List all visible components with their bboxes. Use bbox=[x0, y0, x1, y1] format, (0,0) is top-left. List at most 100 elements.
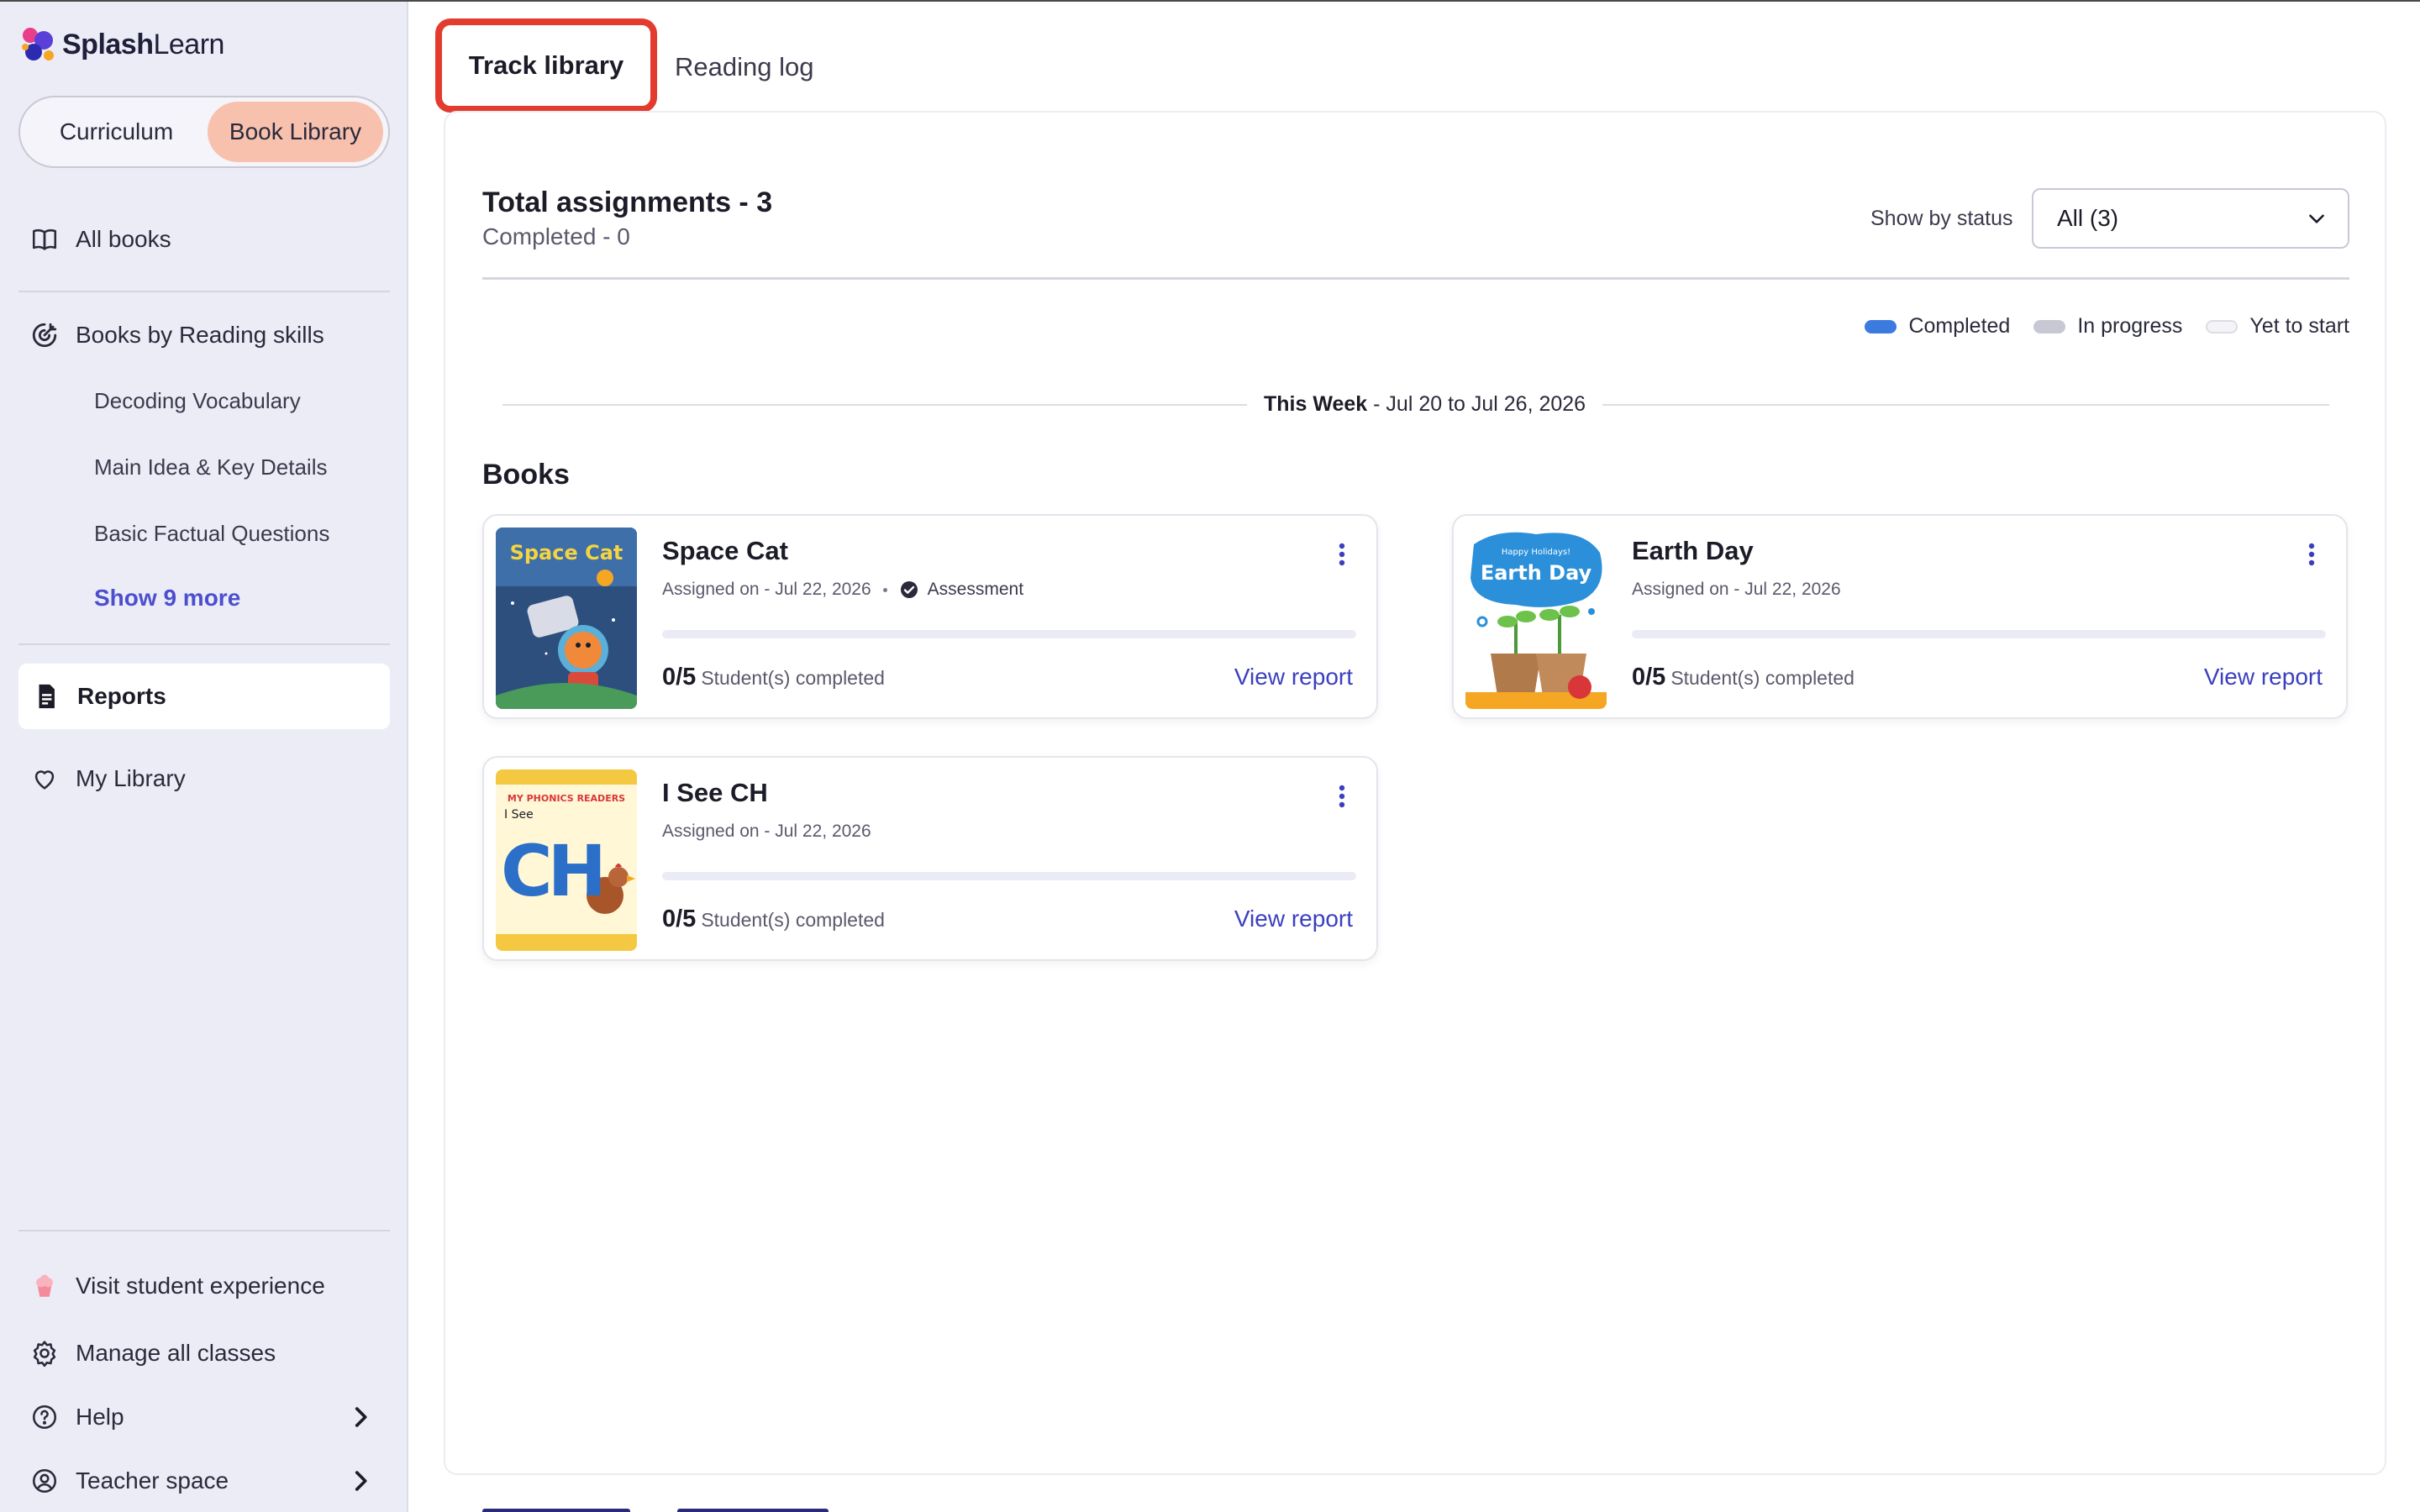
assigned-date: Assigned on - Jul 22, 2026 bbox=[662, 822, 871, 841]
completion-progress-bar bbox=[1632, 630, 2326, 638]
pagination-button-edge[interactable] bbox=[482, 1509, 630, 1512]
book-library-toggle-button[interactable]: Book Library bbox=[207, 102, 383, 162]
books-heading: Books bbox=[482, 459, 570, 491]
total-assignments: Total assignments - 3 bbox=[482, 186, 773, 218]
sidebar-item-label: Help bbox=[76, 1404, 124, 1430]
sidebar: SplashLearn Curriculum Book Library All … bbox=[0, 2, 408, 1512]
sidebar-item-reports[interactable]: Reports bbox=[18, 664, 390, 729]
sidebar-subitem-main-idea[interactable]: Main Idea & Key Details bbox=[94, 454, 327, 480]
sidebar-item-teacher-space[interactable]: Teacher space bbox=[30, 1467, 375, 1495]
gear-icon bbox=[33, 1341, 56, 1368]
sidebar-item-label: My Library bbox=[76, 765, 186, 791]
status-filter-label: Show by status bbox=[1870, 207, 2013, 230]
book-cover-i-see-ch[interactable]: MY PHONICS READERS I See CH bbox=[496, 769, 637, 951]
space-cat-cover-art: Space Cat bbox=[496, 528, 637, 709]
view-report-link[interactable]: View report bbox=[1234, 664, 1353, 690]
legend-swatch bbox=[1865, 319, 1897, 333]
assessment-label: Assessment bbox=[927, 580, 1024, 599]
legend-completed: Completed bbox=[1865, 314, 2010, 339]
check-circle-icon bbox=[900, 581, 918, 598]
sidebar-item-label: Teacher space bbox=[76, 1467, 229, 1494]
cover-subtitle-text: I See bbox=[504, 808, 534, 822]
more-options-icon[interactable] bbox=[2307, 543, 2316, 566]
view-report-link[interactable]: View report bbox=[2204, 664, 2323, 690]
book-cover-space-cat[interactable]: Space Cat bbox=[496, 528, 637, 709]
completed-count-value: 0/5 bbox=[662, 906, 697, 932]
book-meta: Assigned on - Jul 22, 2026 bbox=[1632, 580, 1841, 600]
completed-count: Completed - 0 bbox=[482, 223, 630, 249]
view-report-link[interactable]: View report bbox=[1234, 906, 1353, 932]
i-see-ch-cover-art: MY PHONICS READERS I See CH bbox=[496, 769, 637, 951]
book-title[interactable]: I See CH bbox=[662, 778, 768, 808]
user-circle-icon bbox=[32, 1468, 57, 1494]
completion-progress-bar bbox=[662, 872, 1356, 880]
book-card-space-cat: Space Cat Space Cat Assigned on - Jul 22… bbox=[482, 514, 1378, 719]
sidebar-item-visit-student[interactable]: Visit student experience bbox=[30, 1272, 325, 1300]
help-icon bbox=[32, 1404, 57, 1430]
open-book-icon bbox=[32, 228, 57, 250]
sidebar-item-my-library[interactable]: My Library bbox=[30, 764, 186, 793]
cover-title-text: Space Cat bbox=[510, 541, 623, 564]
splashlearn-logo-icon bbox=[22, 28, 54, 60]
logo-text-bold: Splash bbox=[62, 28, 154, 60]
book-title[interactable]: Earth Day bbox=[1632, 536, 1754, 566]
book-cover-earth-day[interactable]: Happy Holidays! Earth Day bbox=[1465, 528, 1607, 709]
splashlearn-logo[interactable]: SplashLearn bbox=[18, 25, 224, 64]
book-card-i-see-ch: MY PHONICS READERS I See CH I See CH Ass… bbox=[482, 756, 1378, 961]
week-dates: - Jul 20 to Jul 26, 2026 bbox=[1367, 392, 1586, 416]
sidebar-divider bbox=[18, 1230, 390, 1231]
chevron-right-icon bbox=[355, 1407, 367, 1427]
legend-swatch bbox=[2206, 319, 2238, 333]
cover-title-text: CH bbox=[501, 830, 602, 912]
assigned-date: Assigned on - Jul 22, 2026 bbox=[1632, 580, 1841, 599]
sidebar-divider bbox=[18, 291, 390, 292]
book-card-earth-day: Happy Holidays! Earth Day Earth Day Assi… bbox=[1452, 514, 2348, 719]
more-options-icon[interactable] bbox=[1338, 543, 1346, 566]
sidebar-subitem-basic-factual[interactable]: Basic Factual Questions bbox=[94, 521, 329, 547]
status-filter-select[interactable]: All (3) bbox=[2032, 188, 2349, 249]
tab-reading-log[interactable]: Reading log bbox=[675, 52, 813, 82]
completion-progress-bar bbox=[662, 630, 1356, 638]
logo-text-regular: Learn bbox=[153, 28, 224, 60]
legend-label: Completed bbox=[1908, 314, 2011, 338]
sidebar-item-label: Reports bbox=[77, 683, 166, 709]
show-more-skills-link[interactable]: Show 9 more bbox=[94, 585, 240, 612]
cupcake-icon bbox=[36, 1274, 53, 1297]
chevron-right-icon bbox=[355, 1471, 367, 1491]
book-title[interactable]: Space Cat bbox=[662, 536, 788, 566]
sidebar-subitem-decoding-vocabulary[interactable]: Decoding Vocabulary bbox=[94, 388, 301, 414]
completed-count-label: Student(s) completed bbox=[701, 667, 885, 689]
chevron-down-icon bbox=[2309, 214, 2324, 223]
library-mode-toggle: Curriculum Book Library bbox=[18, 96, 390, 168]
status-filter-value: All (3) bbox=[2057, 205, 2119, 231]
students-completed: 0/5 Student(s) completed bbox=[1632, 664, 1854, 691]
report-icon bbox=[39, 684, 55, 709]
tab-track-library[interactable]: Track library bbox=[435, 18, 657, 113]
cover-subtitle-text: Happy Holidays! bbox=[1502, 548, 1570, 557]
summary-divider bbox=[482, 277, 2349, 280]
sidebar-item-label: Manage all classes bbox=[76, 1340, 276, 1366]
heart-icon bbox=[34, 770, 55, 790]
completed-count-value: 0/5 bbox=[662, 664, 697, 690]
status-legend: Completed In progress Yet to start bbox=[1865, 314, 2349, 339]
sidebar-item-label: All books bbox=[76, 226, 171, 252]
completed-count-value: 0/5 bbox=[1632, 664, 1666, 690]
legend-in-progress: In progress bbox=[2033, 314, 2182, 339]
earth-day-cover-art: Happy Holidays! Earth Day bbox=[1465, 528, 1607, 709]
cover-title-text: Earth Day bbox=[1481, 561, 1592, 585]
sidebar-item-reading-skills[interactable]: Books by Reading skills bbox=[30, 321, 324, 349]
sidebar-item-all-books[interactable]: All books bbox=[30, 225, 171, 254]
curriculum-toggle-button[interactable]: Curriculum bbox=[25, 102, 208, 162]
assigned-date: Assigned on - Jul 22, 2026 bbox=[662, 580, 871, 599]
students-completed: 0/5 Student(s) completed bbox=[662, 906, 885, 933]
book-meta: Assigned on - Jul 22, 2026 Assessment bbox=[662, 580, 1023, 600]
meta-separator bbox=[882, 587, 887, 592]
pagination-button-edge[interactable] bbox=[677, 1509, 829, 1512]
sidebar-item-help[interactable]: Help bbox=[30, 1403, 375, 1431]
sidebar-divider bbox=[18, 643, 390, 645]
completed-count-label: Student(s) completed bbox=[1670, 667, 1854, 689]
week-range: This Week - Jul 20 to Jul 26, 2026 bbox=[1247, 392, 1603, 417]
sidebar-item-manage-classes[interactable]: Manage all classes bbox=[30, 1339, 276, 1368]
week-label: This Week bbox=[1264, 392, 1368, 416]
more-options-icon[interactable] bbox=[1338, 785, 1346, 808]
